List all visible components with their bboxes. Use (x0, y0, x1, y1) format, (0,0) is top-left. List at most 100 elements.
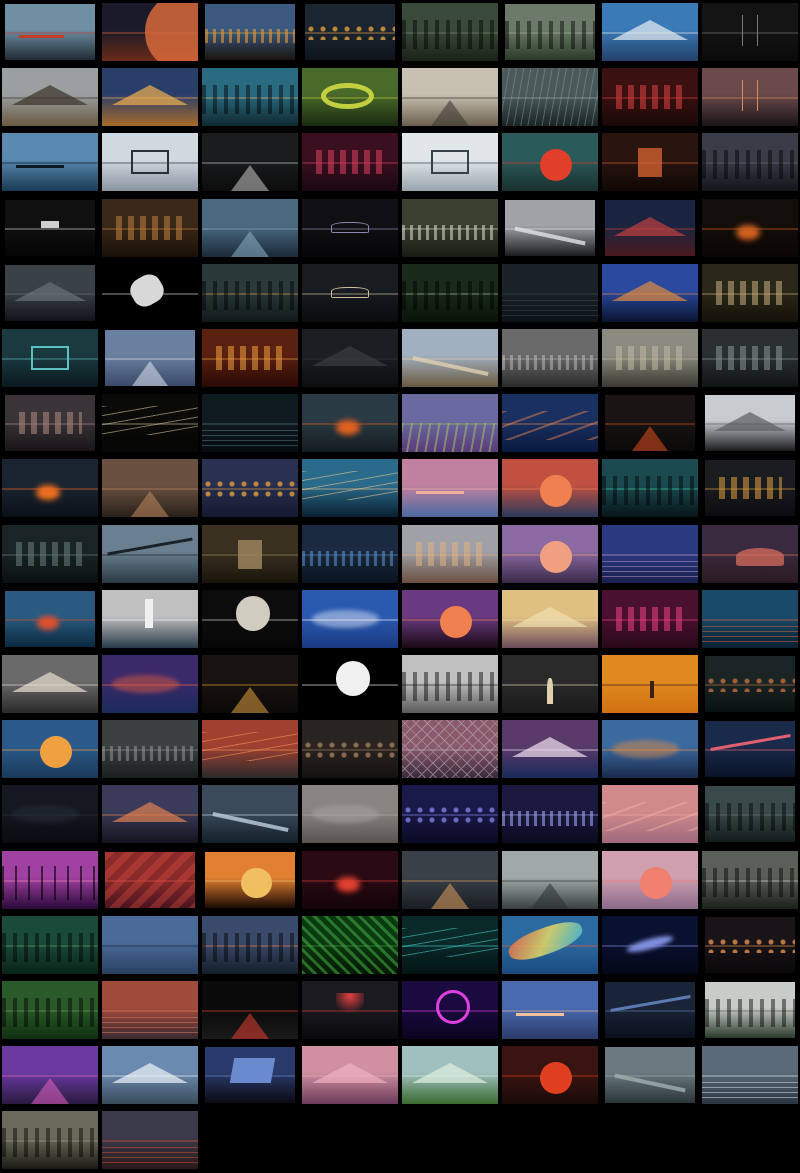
wallpaper-thumbnail[interactable] (500, 66, 600, 130)
wallpaper-thumbnail[interactable] (600, 523, 700, 587)
wallpaper-thumbnail[interactable] (400, 914, 500, 978)
wallpaper-thumbnail[interactable] (700, 718, 800, 782)
wallpaper-thumbnail[interactable] (100, 783, 200, 847)
wallpaper-thumbnail[interactable] (700, 457, 800, 521)
wallpaper-thumbnail[interactable] (700, 262, 800, 326)
wallpaper-thumbnail[interactable] (300, 914, 400, 978)
wallpaper-thumbnail[interactable] (600, 979, 700, 1043)
wallpaper-thumbnail[interactable] (700, 392, 800, 456)
wallpaper-thumbnail[interactable] (100, 327, 200, 391)
wallpaper-thumbnail[interactable] (300, 1, 400, 65)
wallpaper-thumbnail[interactable] (0, 327, 100, 391)
wallpaper-thumbnail[interactable] (400, 392, 500, 456)
wallpaper-thumbnail[interactable] (300, 849, 400, 913)
wallpaper-thumbnail[interactable] (0, 262, 100, 326)
wallpaper-thumbnail[interactable] (400, 457, 500, 521)
wallpaper-thumbnail[interactable] (200, 849, 300, 913)
wallpaper-thumbnail[interactable] (400, 783, 500, 847)
wallpaper-thumbnail[interactable] (500, 718, 600, 782)
wallpaper-thumbnail[interactable] (500, 849, 600, 913)
wallpaper-thumbnail[interactable] (600, 131, 700, 195)
wallpaper-thumbnail[interactable] (0, 914, 100, 978)
wallpaper-thumbnail[interactable] (200, 1, 300, 65)
wallpaper-thumbnail[interactable] (400, 653, 500, 717)
wallpaper-thumbnail[interactable] (200, 1044, 300, 1108)
wallpaper-thumbnail[interactable] (600, 197, 700, 261)
wallpaper-thumbnail[interactable] (600, 457, 700, 521)
wallpaper-thumbnail[interactable] (0, 979, 100, 1043)
wallpaper-thumbnail[interactable] (300, 979, 400, 1043)
wallpaper-thumbnail[interactable] (400, 588, 500, 652)
wallpaper-thumbnail[interactable] (200, 457, 300, 521)
wallpaper-thumbnail[interactable] (500, 979, 600, 1043)
wallpaper-thumbnail[interactable] (300, 718, 400, 782)
wallpaper-thumbnail[interactable] (100, 1109, 200, 1173)
wallpaper-thumbnail[interactable] (100, 457, 200, 521)
wallpaper-thumbnail[interactable] (0, 783, 100, 847)
wallpaper-thumbnail[interactable] (100, 1, 200, 65)
wallpaper-thumbnail[interactable] (600, 588, 700, 652)
wallpaper-thumbnail[interactable] (300, 783, 400, 847)
wallpaper-thumbnail[interactable] (400, 1044, 500, 1108)
wallpaper-thumbnail[interactable] (0, 523, 100, 587)
wallpaper-thumbnail[interactable] (500, 1, 600, 65)
wallpaper-thumbnail[interactable] (100, 131, 200, 195)
wallpaper-thumbnail[interactable] (600, 1044, 700, 1108)
wallpaper-thumbnail[interactable] (200, 131, 300, 195)
wallpaper-thumbnail[interactable] (200, 653, 300, 717)
wallpaper-thumbnail[interactable] (700, 197, 800, 261)
wallpaper-thumbnail[interactable] (0, 392, 100, 456)
wallpaper-thumbnail[interactable] (300, 66, 400, 130)
wallpaper-thumbnail[interactable] (600, 262, 700, 326)
wallpaper-thumbnail[interactable] (100, 588, 200, 652)
wallpaper-thumbnail[interactable] (200, 392, 300, 456)
wallpaper-thumbnail[interactable] (600, 1, 700, 65)
wallpaper-thumbnail[interactable] (200, 979, 300, 1043)
wallpaper-thumbnail[interactable] (400, 66, 500, 130)
wallpaper-thumbnail[interactable] (100, 718, 200, 782)
wallpaper-thumbnail[interactable] (700, 653, 800, 717)
wallpaper-thumbnail[interactable] (200, 588, 300, 652)
wallpaper-thumbnail[interactable] (300, 262, 400, 326)
wallpaper-thumbnail[interactable] (200, 783, 300, 847)
wallpaper-thumbnail[interactable] (600, 392, 700, 456)
wallpaper-thumbnail[interactable] (400, 718, 500, 782)
wallpaper-thumbnail[interactable] (0, 131, 100, 195)
wallpaper-thumbnail[interactable] (500, 914, 600, 978)
wallpaper-thumbnail[interactable] (0, 1, 100, 65)
wallpaper-thumbnail[interactable] (600, 653, 700, 717)
wallpaper-thumbnail[interactable] (700, 849, 800, 913)
wallpaper-thumbnail[interactable] (300, 523, 400, 587)
wallpaper-thumbnail[interactable] (700, 523, 800, 587)
wallpaper-thumbnail[interactable] (500, 523, 600, 587)
wallpaper-thumbnail[interactable] (200, 523, 300, 587)
wallpaper-thumbnail[interactable] (100, 262, 200, 326)
wallpaper-thumbnail[interactable] (500, 392, 600, 456)
wallpaper-thumbnail[interactable] (600, 66, 700, 130)
wallpaper-thumbnail[interactable] (100, 849, 200, 913)
wallpaper-thumbnail[interactable] (400, 131, 500, 195)
wallpaper-thumbnail[interactable] (500, 131, 600, 195)
wallpaper-thumbnail[interactable] (100, 653, 200, 717)
wallpaper-thumbnail[interactable] (300, 1044, 400, 1108)
wallpaper-thumbnail[interactable] (500, 262, 600, 326)
wallpaper-thumbnail[interactable] (100, 523, 200, 587)
wallpaper-thumbnail[interactable] (400, 979, 500, 1043)
wallpaper-thumbnail[interactable] (500, 457, 600, 521)
wallpaper-thumbnail[interactable] (700, 1044, 800, 1108)
wallpaper-thumbnail[interactable] (100, 979, 200, 1043)
wallpaper-thumbnail[interactable] (300, 457, 400, 521)
wallpaper-thumbnail[interactable] (300, 392, 400, 456)
wallpaper-thumbnail[interactable] (600, 849, 700, 913)
wallpaper-thumbnail[interactable] (500, 653, 600, 717)
wallpaper-thumbnail[interactable] (200, 718, 300, 782)
wallpaper-thumbnail[interactable] (100, 66, 200, 130)
wallpaper-thumbnail[interactable] (100, 1044, 200, 1108)
wallpaper-thumbnail[interactable] (100, 914, 200, 978)
wallpaper-thumbnail[interactable] (400, 197, 500, 261)
wallpaper-thumbnail[interactable] (200, 914, 300, 978)
wallpaper-thumbnail[interactable] (700, 914, 800, 978)
wallpaper-thumbnail[interactable] (700, 131, 800, 195)
wallpaper-thumbnail[interactable] (0, 718, 100, 782)
wallpaper-thumbnail[interactable] (0, 849, 100, 913)
